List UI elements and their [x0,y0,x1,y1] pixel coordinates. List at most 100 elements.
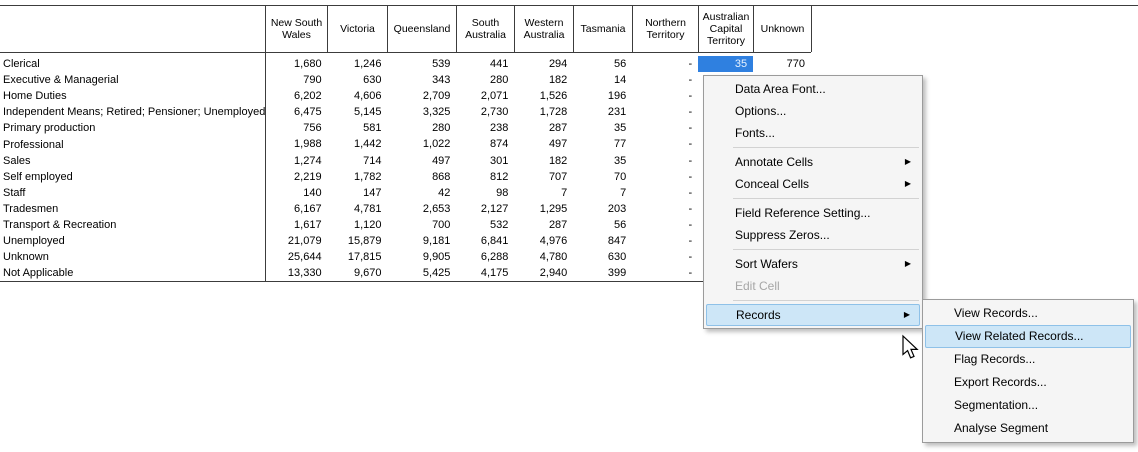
menu-item-flag-records[interactable]: Flag Records... [925,348,1131,371]
data-cell[interactable]: 399 [573,265,632,281]
row-label-staff[interactable]: Staff [0,187,266,199]
data-cell[interactable]: 1,680 [266,56,328,72]
data-cell[interactable]: 3,325 [388,104,457,120]
column-header-tasmania[interactable]: Tasmania [574,6,633,52]
row-label-home-duties[interactable]: Home Duties [0,90,266,102]
data-cell[interactable]: 287 [514,217,573,233]
menu-item-annotate-cells[interactable]: Annotate Cells▶ [706,151,920,173]
data-cell[interactable]: 9,181 [388,233,457,249]
data-cell[interactable]: - [632,265,698,281]
data-cell[interactable]: 17,815 [328,249,388,265]
data-cell[interactable]: - [632,201,698,217]
data-cell[interactable]: 5,425 [388,265,457,281]
data-cell[interactable]: 294 [514,56,573,72]
data-cell[interactable]: 630 [573,249,632,265]
data-cell[interactable]: 56 [573,217,632,233]
data-cell[interactable]: - [632,185,698,201]
data-cell[interactable]: 539 [388,56,457,72]
menu-item-suppress-zeros[interactable]: Suppress Zeros... [706,224,920,246]
data-cell[interactable]: 203 [573,201,632,217]
data-cell[interactable]: 441 [456,56,514,72]
row-label-unemployed[interactable]: Unemployed [0,235,266,247]
data-cell[interactable]: 2,730 [456,104,514,120]
data-cell[interactable]: - [632,120,698,136]
data-cell[interactable]: 287 [514,120,573,136]
data-cell[interactable]: 196 [573,88,632,104]
column-header-australian-capital-territory[interactable]: Australian Capital Territory [699,6,754,52]
data-cell[interactable]: 707 [514,169,573,185]
data-cell[interactable]: 6,288 [456,249,514,265]
data-cell[interactable]: - [632,233,698,249]
data-cell[interactable]: 147 [328,185,388,201]
data-cell[interactable]: 1,295 [514,201,573,217]
data-cell[interactable]: 238 [456,120,514,136]
data-cell[interactable]: 4,175 [456,265,514,281]
data-cell[interactable]: 21,079 [266,233,328,249]
row-label-professional[interactable]: Professional [0,139,266,151]
data-cell[interactable]: 70 [573,169,632,185]
data-cell[interactable]: 42 [388,185,457,201]
data-cell[interactable]: 35 [573,120,632,136]
data-cell[interactable]: 770 [753,56,811,72]
data-cell[interactable]: 56 [573,56,632,72]
data-cell[interactable]: - [632,153,698,169]
data-cell[interactable]: - [632,136,698,152]
data-cell[interactable]: 6,841 [456,233,514,249]
menu-item-view-records[interactable]: View Records... [925,302,1131,325]
column-header-victoria[interactable]: Victoria [328,6,388,52]
data-cell[interactable]: 5,145 [328,104,388,120]
data-cell[interactable]: 182 [514,72,573,88]
row-label-unknown[interactable]: Unknown [0,251,266,263]
data-cell[interactable]: 1,246 [328,56,388,72]
data-cell[interactable]: 868 [388,169,457,185]
data-cell[interactable]: 2,127 [456,201,514,217]
data-cell[interactable]: - [632,56,698,72]
selected-data-cell[interactable]: 35 [698,56,753,72]
data-cell[interactable]: 790 [266,72,328,88]
data-cell[interactable]: 6,167 [266,201,328,217]
data-cell[interactable]: 2,709 [388,88,457,104]
data-cell[interactable]: 1,988 [266,136,328,152]
menu-item-records[interactable]: Records▶ [706,304,920,326]
data-cell[interactable]: 497 [388,153,457,169]
data-cell[interactable]: 874 [456,136,514,152]
data-cell[interactable]: 6,475 [266,104,328,120]
menu-item-options[interactable]: Options... [706,100,920,122]
column-header-south-australia[interactable]: South Australia [457,6,515,52]
menu-item-export-records[interactable]: Export Records... [925,371,1131,394]
column-header-queensland[interactable]: Queensland [388,6,457,52]
data-cell[interactable]: 98 [456,185,514,201]
data-cell[interactable]: 700 [388,217,457,233]
data-cell[interactable]: 6,202 [266,88,328,104]
menu-item-conceal-cells[interactable]: Conceal Cells▶ [706,173,920,195]
data-cell[interactable]: 301 [456,153,514,169]
column-header-western-australia[interactable]: Western Australia [515,6,574,52]
data-cell[interactable]: - [632,217,698,233]
menu-item-data-area-font[interactable]: Data Area Font... [706,78,920,100]
data-cell[interactable]: 1,274 [266,153,328,169]
data-cell[interactable]: 2,940 [514,265,573,281]
data-cell[interactable]: 9,905 [388,249,457,265]
data-cell[interactable]: 532 [456,217,514,233]
data-cell[interactable]: 1,617 [266,217,328,233]
data-cell[interactable]: 4,780 [514,249,573,265]
data-cell[interactable]: 280 [456,72,514,88]
menu-item-sort-wafers[interactable]: Sort Wafers▶ [706,253,920,275]
data-cell[interactable]: 714 [328,153,388,169]
data-cell[interactable]: 13,330 [266,265,328,281]
data-cell[interactable]: - [632,88,698,104]
column-header-new-south-wales[interactable]: New South Wales [266,6,328,52]
data-cell[interactable]: 581 [328,120,388,136]
data-cell[interactable]: 35 [573,153,632,169]
data-cell[interactable]: 812 [456,169,514,185]
data-cell[interactable]: 343 [388,72,457,88]
data-cell[interactable]: 2,653 [388,201,457,217]
data-cell[interactable]: 140 [266,185,328,201]
data-cell[interactable]: 77 [573,136,632,152]
data-cell[interactable]: 25,644 [266,249,328,265]
row-label-self-employed[interactable]: Self employed [0,171,266,183]
data-cell[interactable]: 2,071 [456,88,514,104]
data-cell[interactable]: 1,442 [328,136,388,152]
data-cell[interactable]: 1,022 [388,136,457,152]
data-cell[interactable]: 280 [388,120,457,136]
